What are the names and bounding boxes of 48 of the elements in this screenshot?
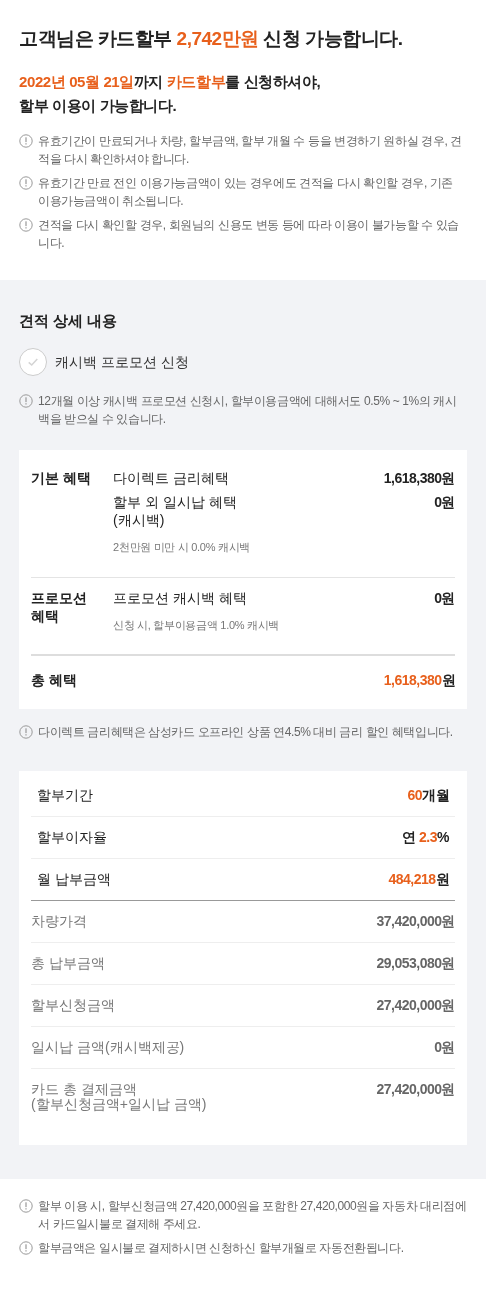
benefit-value: 0원 xyxy=(434,588,455,608)
benefit-name: 다이렉트 금리혜택 xyxy=(113,469,229,487)
info-icon xyxy=(19,1241,33,1255)
summary-value: 29,053,080원 xyxy=(376,956,455,971)
headline: 고객님은 카드할부 2,742만원 신청 가능합니다. xyxy=(19,27,404,51)
total-label: 총 혜택 xyxy=(31,671,77,690)
group-label: 프로모션 혜택 xyxy=(31,588,88,626)
info-icon xyxy=(19,394,33,408)
notice-text: 12개월 이상 캐시백 프로모션 신청시, 할부이용금액에 대해서도 0.5% ~ 1%의 캐시백을 받으실 수 있습니다. xyxy=(38,393,458,428)
benefit-value: 1,618,380원 xyxy=(383,469,455,487)
benefit-note: 2천만원 미만 시 0.0% 캐시백 xyxy=(113,540,250,555)
group-label: 기본 혜택 xyxy=(31,469,92,488)
summary-value: 27,420,000원 xyxy=(376,1082,455,1097)
summary-label: 카드 총 결제금액 (할부신청금액+일시납 금액) xyxy=(31,1082,207,1112)
summary-label: 할부이자율 xyxy=(37,830,107,845)
notice-text: 할부 이용 시, 할부신청금액 27,420,000원을 포함한 27,420,000원을 자동차 대리점에서 카드일시불로 결제해 주세요. xyxy=(38,1198,467,1233)
benefit-name: 할부 외 일시납 혜택 (캐시백) xyxy=(113,493,238,529)
benefit-note: 신청 시, 할부이용금액 1.0% 캐시백 xyxy=(113,617,280,633)
summary-label: 할부기간 xyxy=(37,788,93,803)
info-icon xyxy=(19,1199,33,1213)
benefit-name: 프로모션 캐시백 혜택 xyxy=(113,588,248,607)
info-icon xyxy=(19,725,33,739)
summary-value: 37,420,000원 xyxy=(376,914,455,929)
summary-label: 일시납 금액(캐시백제공) xyxy=(31,1040,185,1055)
summary-label: 할부신청금액 xyxy=(31,998,115,1013)
summary-label: 차량가격 xyxy=(31,914,87,929)
check-icon xyxy=(27,356,39,368)
total-value: 1,618,380원 xyxy=(383,671,455,690)
notice-text: 할부금액은 일시불로 결제하시면 신청하신 할부개월로 자동전환됩니다. xyxy=(38,1240,404,1257)
checkbox-label: 캐시백 프로모션 신청 xyxy=(55,352,189,372)
summary-value: 484,218원 xyxy=(388,872,449,887)
summary-value: 0원 xyxy=(434,1040,455,1055)
notice-text: 유효기간 만료 전인 이용가능금액이 있는 경우에도 견적을 다시 확인할 경우, 기존 이용가능금액이 취소됩니다. xyxy=(38,175,455,210)
checkbox[interactable] xyxy=(19,348,47,376)
summary-value: 27,420,000원 xyxy=(376,998,455,1013)
section-title: 견적 상세 내용 xyxy=(19,311,119,331)
summary-value: 60개월 xyxy=(407,788,449,803)
deadline-text: 2022년 05월 21일까지 카드할부를 신청하셔야, 할부 이용이 가능합니다. xyxy=(19,72,322,116)
notice-text: 유효기간이 만료되거나 차량, 할부금액, 할부 개월 수 등을 변경하기 원하실 경우, 견적을 다시 확인하셔야 합니다. xyxy=(38,133,463,168)
summary-label: 월 납부금액 xyxy=(37,872,111,887)
info-icon xyxy=(19,218,33,232)
info-icon xyxy=(19,134,33,148)
info-icon xyxy=(19,176,33,190)
benefit-value: 0원 xyxy=(434,493,455,512)
summary-label: 총 납부금액 xyxy=(31,956,105,971)
notice-text: 견적을 다시 확인할 경우, 회원님의 신용도 변동 등에 따라 이용이 불가능할 수 있습니다. xyxy=(38,217,460,252)
summary-value: 연 2.3% xyxy=(402,830,449,845)
notice-text: 다이렉트 금리혜택은 삼성카드 오프라인 상품 연4.5% 대비 금리 할인 혜택입니다. xyxy=(38,724,453,741)
